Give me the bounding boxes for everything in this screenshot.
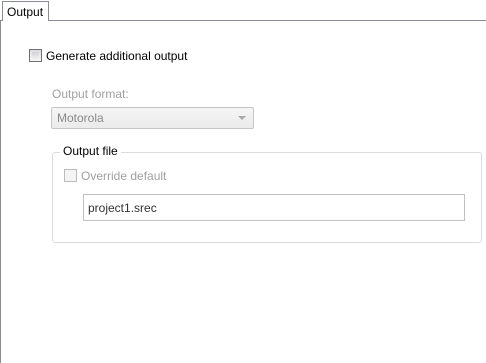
output-file-name-field[interactable]: [83, 194, 465, 221]
override-default-checkbox[interactable]: [64, 169, 77, 182]
generate-additional-output-checkbox[interactable]: [29, 49, 42, 62]
output-format-label: Output format:: [52, 87, 129, 101]
override-default-label[interactable]: Override default: [81, 169, 166, 183]
output-format-selected-value: Motorola: [57, 111, 104, 125]
tab-output-label: Output: [7, 5, 44, 19]
tab-output[interactable]: Output: [2, 1, 49, 21]
output-format-select[interactable]: Motorola: [51, 107, 254, 129]
chevron-down-icon: [238, 116, 246, 120]
output-options-panel: Output Generate additional output Output…: [0, 0, 486, 363]
generate-additional-output-label[interactable]: Generate additional output: [46, 49, 187, 63]
output-file-group-label: Output file: [60, 144, 121, 158]
